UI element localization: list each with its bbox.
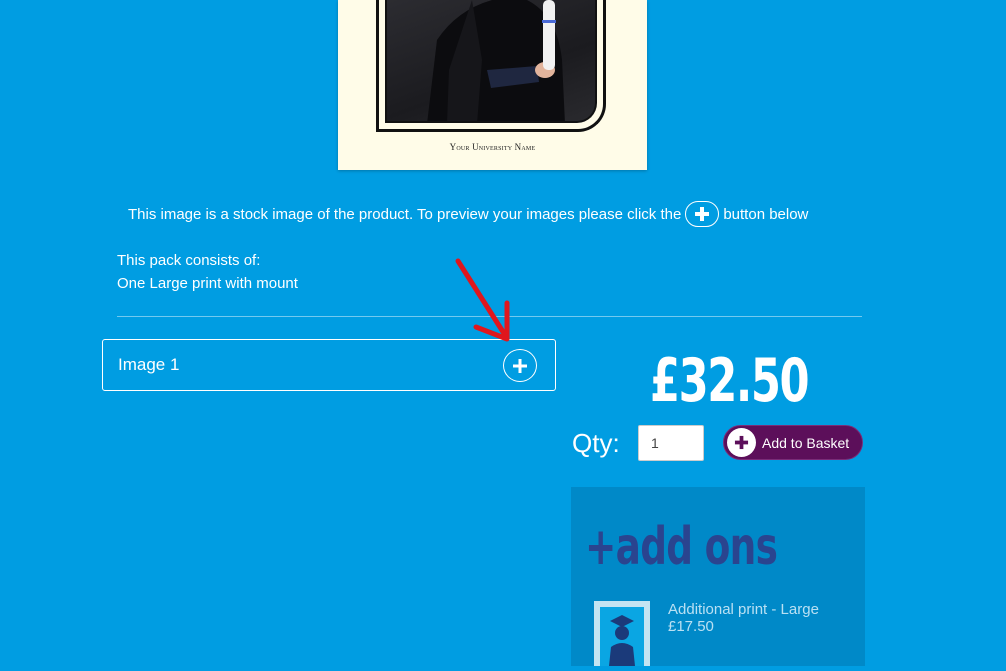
qty-label: Qty: <box>572 428 620 458</box>
graduate-photo <box>385 0 597 123</box>
addon-thumbnail[interactable] <box>594 601 650 666</box>
pack-heading: This pack consists of: <box>117 252 261 269</box>
plus-icon <box>513 358 527 373</box>
image-slot-label: Image 1 <box>118 355 180 374</box>
plus-icon <box>727 428 756 457</box>
photo-frame <box>376 0 606 132</box>
notice-text-after: button below <box>723 205 809 223</box>
plus-icon <box>685 201 720 227</box>
quantity-input[interactable] <box>638 425 704 461</box>
product-preview-image: Your University Name <box>338 0 647 170</box>
add-image-button[interactable] <box>503 349 537 382</box>
pack-item: One Large print with mount <box>117 275 298 292</box>
addon-name[interactable]: Additional print - Large <box>668 601 819 618</box>
add-to-basket-label: Add to Basket <box>762 434 850 451</box>
product-price: £32.50 <box>650 346 810 416</box>
addon-price: £17.50 <box>668 618 714 635</box>
stock-image-notice: This image is a stock image of the produ… <box>128 200 808 228</box>
red-arrow-icon <box>455 258 510 342</box>
addons-panel: +add ons Additional print - Large £17.50 <box>571 487 865 666</box>
add-to-basket-button[interactable]: Add to Basket <box>723 425 863 460</box>
notice-text-before: This image is a stock image of the produ… <box>128 205 682 223</box>
graduate-icon <box>600 607 644 666</box>
university-name: Your University Name <box>449 142 536 152</box>
pack-description: This pack consists of: One Large print w… <box>117 249 298 295</box>
addons-title: +add ons <box>585 517 778 577</box>
